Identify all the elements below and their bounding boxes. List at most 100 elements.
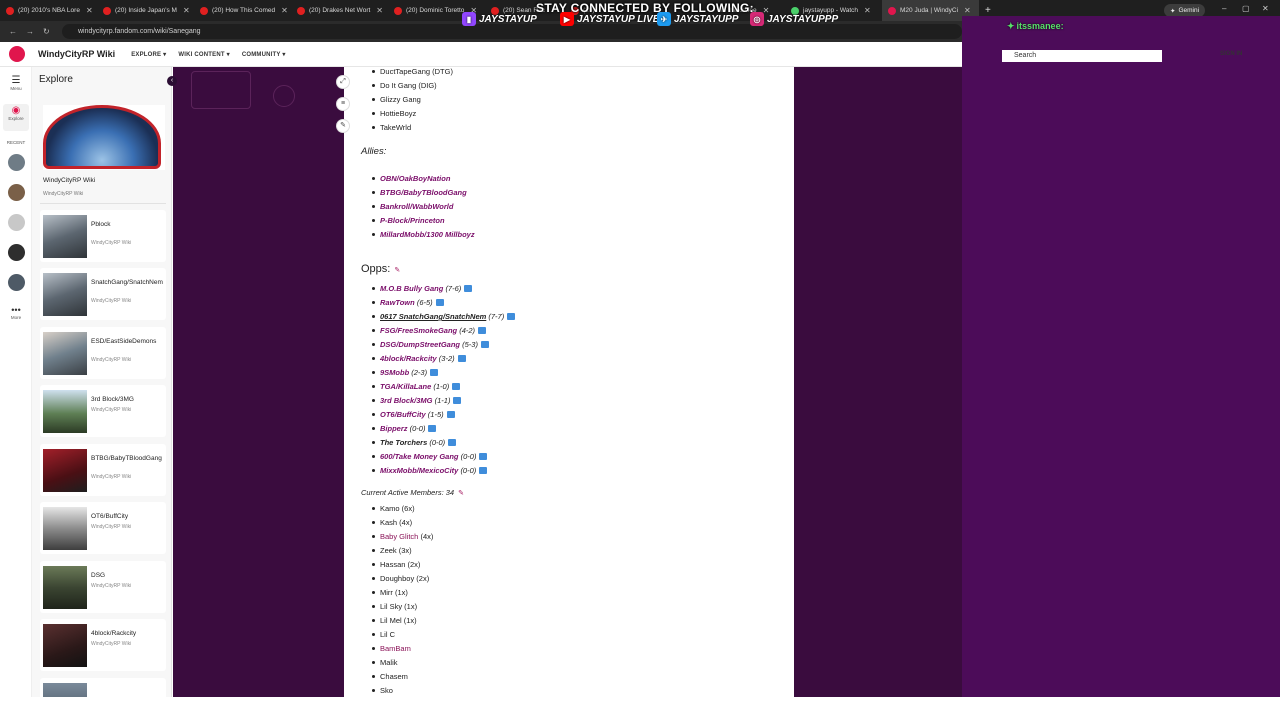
edit-pencil-icon[interactable]: ✎ — [336, 119, 350, 133]
expand-icon[interactable]: ⤢ — [336, 75, 350, 89]
recent-page-card[interactable]: OT6/BuffCity WindyCityRP Wiki — [40, 502, 166, 554]
list-item: Do It Gang (DIG) — [372, 81, 437, 90]
opp-link[interactable]: 0617 SnatchGang/SnatchNem — [380, 312, 486, 321]
trend-badge-icon — [430, 369, 439, 376]
ally-item: P-Block/Princeton — [372, 216, 445, 225]
opp-item: RawTown (6-5) — [372, 298, 444, 307]
rail-recent-avatar[interactable] — [0, 274, 32, 291]
close-tab-icon[interactable]: ✕ — [964, 6, 971, 15]
wiki-search-input[interactable]: Search — [1002, 50, 1162, 62]
close-tab-icon[interactable]: ✕ — [86, 6, 93, 15]
nav-explore[interactable]: EXPLORE ▾ — [131, 51, 166, 58]
chevron-left-icon: ‹ — [170, 77, 174, 84]
address-bar[interactable]: windycityrp.fandom.com/wiki/Sanegang — [62, 24, 962, 39]
recent-page-card[interactable]: SnatchGang/SnatchNem WindyCityRP Wiki — [40, 268, 166, 320]
recent-page-thumbnail — [43, 332, 87, 375]
maximize-button[interactable]: ▢ — [1242, 4, 1250, 13]
collapse-panel-button[interactable]: ‹ — [167, 76, 177, 86]
reload-icon[interactable]: ↻ — [43, 27, 50, 36]
wiki-name[interactable]: WindyCityRP Wiki — [38, 49, 115, 59]
member-link[interactable]: Baby Glitch — [380, 532, 418, 541]
member-item: Lil Sky (1x) — [371, 602, 418, 611]
opp-link[interactable]: Bipperz — [380, 424, 408, 433]
recent-page-card[interactable]: Pblock WindyCityRP Wiki — [40, 210, 166, 262]
fandom-logo-icon[interactable] — [9, 46, 25, 62]
recent-page-card[interactable]: ESD/EastSideDemons WindyCityRP Wiki — [40, 327, 166, 379]
close-tab-icon[interactable]: ✕ — [376, 6, 383, 15]
member-item: Sko — [372, 686, 393, 695]
opp-link[interactable]: DSG/DumpStreetGang — [380, 340, 460, 349]
opp-link[interactable]: MixxMobb/MexicoCity — [380, 466, 458, 475]
member-item: Chasem — [372, 672, 408, 681]
browser-tab[interactable]: (20) 2010's NBA Lore ✕ — [0, 0, 97, 21]
opp-link[interactable]: M.O.B Bully Gang — [380, 284, 443, 293]
fandom-favicon-icon — [888, 6, 896, 15]
opp-link[interactable]: 3rd Block/3MG — [380, 396, 433, 405]
browser-tab[interactable]: (20) How This Comed ✕ — [194, 0, 291, 21]
rail-recent-avatar[interactable] — [0, 154, 32, 171]
opp-item: OT6/BuffCity (1-5) — [372, 410, 455, 419]
recent-wiki-avatar — [7, 184, 25, 201]
toc-list-icon[interactable]: ≡ — [336, 97, 350, 111]
close-tab-icon[interactable]: ✕ — [183, 6, 190, 15]
list-item: TakeWrld — [371, 123, 412, 132]
explore-title: Explore — [39, 74, 73, 85]
back-icon[interactable]: ← — [9, 27, 17, 36]
rail-recent-label: RECENT — [6, 140, 26, 145]
opp-link[interactable]: FSG/FreeSmokeGang — [380, 326, 457, 335]
edit-pencil-icon[interactable]: ✎ — [394, 267, 400, 274]
close-window-button[interactable]: ✕ — [1262, 4, 1269, 13]
opp-link[interactable]: The Torchers — [380, 438, 427, 447]
rail-explore[interactable]: ◉ Explore — [0, 105, 32, 121]
opp-link[interactable]: TGA/KillaLane — [380, 382, 431, 391]
recent-page-card[interactable]: 3rd Block/3MG WindyCityRP Wiki — [40, 385, 166, 437]
wiki-hero-card[interactable] — [43, 105, 165, 170]
nav-wiki-content[interactable]: WIKI CONTENT ▾ — [178, 51, 229, 58]
member-item: BamBam — [372, 644, 411, 653]
recent-page-thumbnail — [43, 449, 87, 492]
rail-recent-avatar[interactable] — [0, 184, 32, 201]
recent-page-thumbnail — [43, 566, 87, 609]
minimize-button[interactable]: – — [1222, 4, 1226, 13]
hero-wiki-name[interactable]: WindyCityRP Wiki — [43, 177, 95, 184]
rail-more[interactable]: ••• More — [0, 305, 32, 320]
recent-page-card[interactable]: DSG WindyCityRP Wiki — [40, 561, 166, 613]
trend-badge-icon — [479, 467, 488, 474]
ally-item: BTBG/BabyTBloodGang — [372, 188, 467, 197]
browser-tab[interactable]: (20) Inside Japan's M ✕ — [97, 0, 194, 21]
chat-message: ✦ itssmanee: — [1007, 21, 1064, 31]
member-link[interactable]: BamBam — [380, 644, 411, 653]
close-tab-icon[interactable]: ✕ — [281, 6, 288, 15]
rail-menu[interactable]: ☰ Menu — [0, 75, 32, 91]
close-tab-icon[interactable]: ✕ — [864, 6, 871, 15]
ally-link[interactable]: P-Block/Princeton — [380, 216, 445, 225]
stream-chat-overlay: Search SIGN IN ✦ itssmanee: — [962, 16, 1280, 697]
opp-link[interactable]: 9SMobb — [380, 368, 409, 377]
background-circle-art — [273, 85, 295, 107]
member-item: Lil Mel (1x) — [372, 616, 417, 625]
ally-item: MillardMobb/1300 Millboyz — [372, 230, 475, 239]
opp-link[interactable]: 600/Take Money Gang — [380, 452, 459, 461]
ally-link[interactable]: Bankroll/WabbWorld — [380, 202, 453, 211]
ally-link[interactable]: BTBG/BabyTBloodGang — [380, 188, 467, 197]
divider — [40, 203, 166, 204]
opp-link[interactable]: OT6/BuffCity — [380, 410, 426, 419]
browser-tab[interactable]: (20) Drakes Net Wort ✕ — [291, 0, 388, 21]
opp-link[interactable]: RawTown — [380, 298, 415, 307]
nav-community[interactable]: COMMUNITY ▾ — [242, 51, 286, 58]
recent-page-thumbnail — [43, 215, 87, 258]
ally-link[interactable]: MillardMobb/1300 Millboyz — [380, 230, 475, 239]
forward-icon[interactable]: → — [26, 27, 34, 36]
opp-link[interactable]: 4block/Rackcity — [380, 354, 437, 363]
opp-item: M.O.B Bully Gang (7-6) — [371, 284, 473, 293]
sign-in-button[interactable]: SIGN IN — [1220, 51, 1242, 57]
recent-page-card[interactable]: BTBG/BabyTBloodGang WindyCityRP Wiki — [40, 444, 166, 496]
rail-recent-avatar[interactable] — [0, 244, 32, 261]
ally-link[interactable]: OBN/OakBoyNation — [380, 174, 450, 183]
rail-recent-avatar[interactable] — [0, 214, 32, 231]
recent-page-card[interactable] — [40, 678, 166, 697]
edit-pencil-icon[interactable]: ✎ — [458, 490, 464, 497]
recent-page-thumbnail — [43, 507, 87, 550]
new-tab-button[interactable]: + — [985, 5, 991, 16]
recent-page-card[interactable]: 4block/Rackcity WindyCityRP Wiki — [40, 619, 166, 671]
